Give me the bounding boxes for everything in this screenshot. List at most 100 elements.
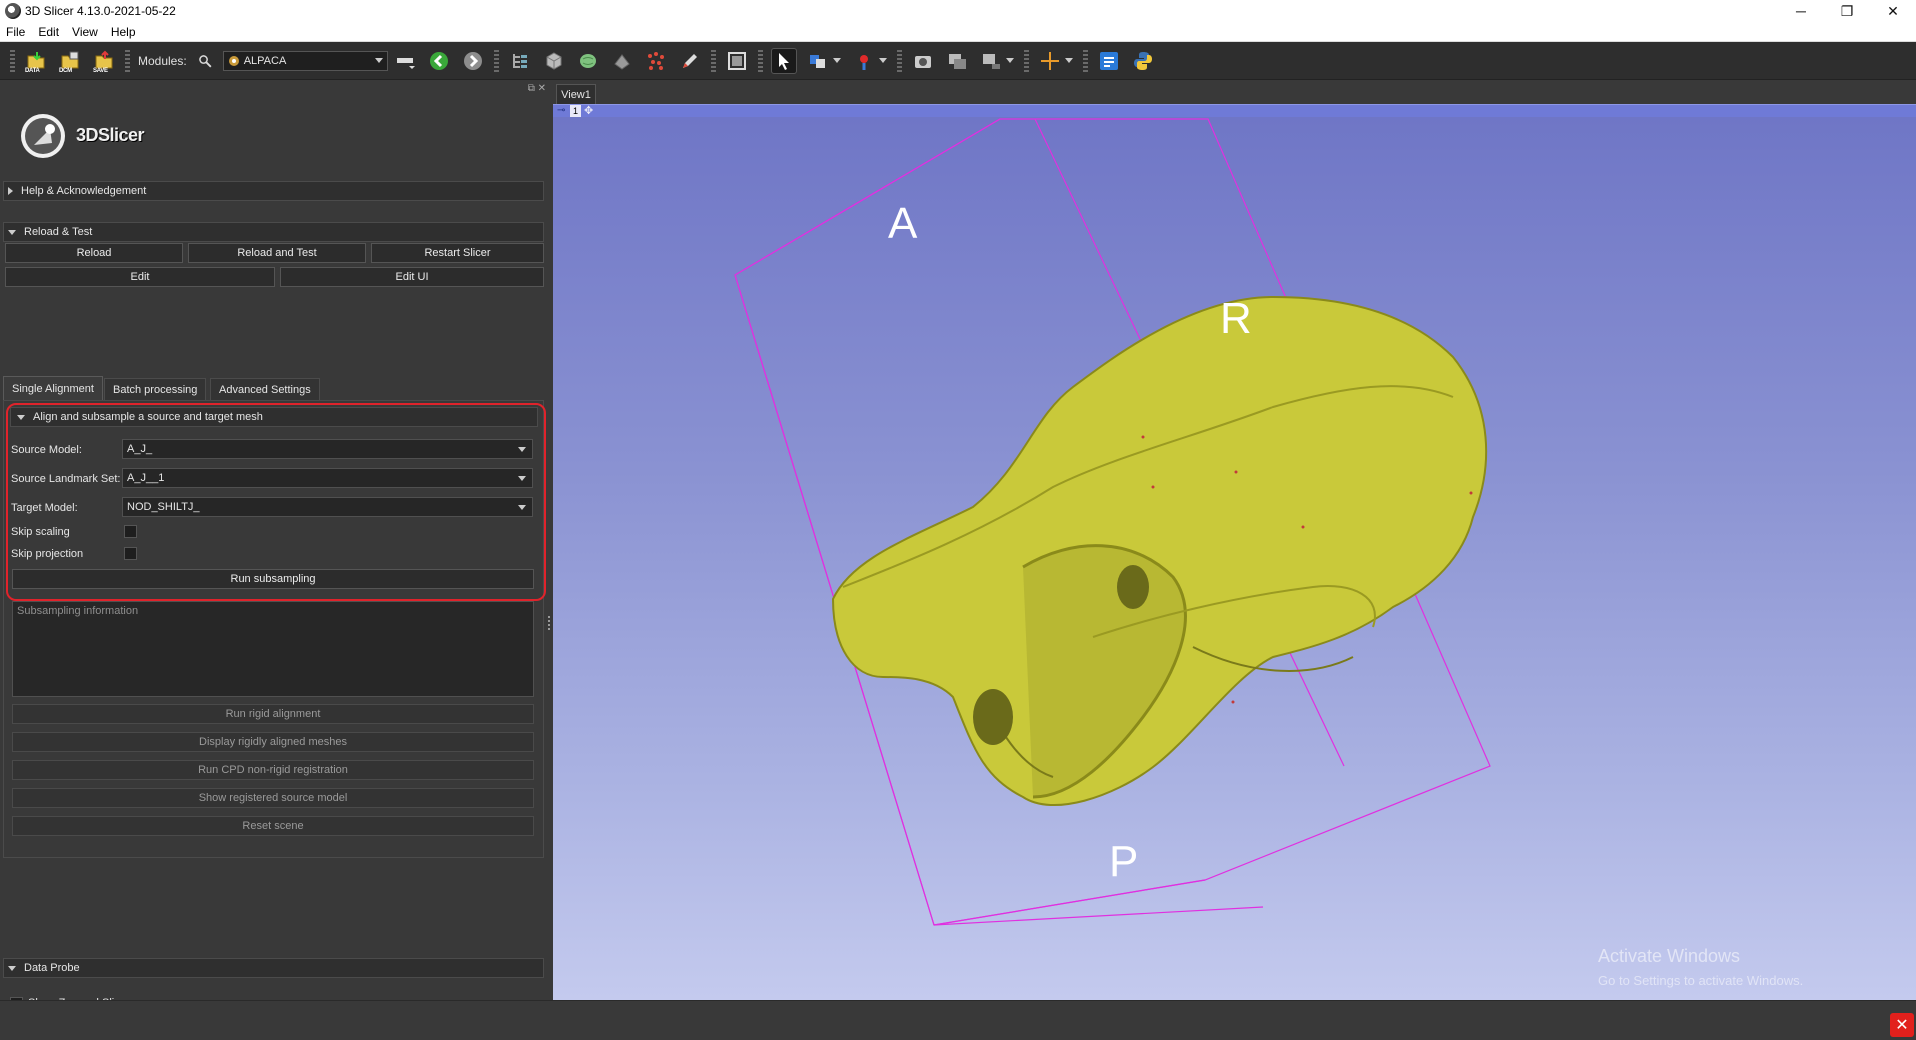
menu-edit[interactable]: Edit [38, 25, 59, 39]
transforms-module-button[interactable] [609, 48, 635, 74]
mouse-mode-button[interactable] [805, 48, 831, 74]
minimize-button[interactable]: ─ [1778, 0, 1824, 22]
toolbar-grip[interactable] [493, 49, 499, 72]
toolbar-grip[interactable] [896, 49, 902, 72]
tab-advanced-settings[interactable]: Advanced Settings [210, 378, 320, 400]
brain-model-icon [579, 53, 596, 68]
scene-restore-button[interactable] [978, 48, 1004, 74]
collapse-arrow-icon [8, 229, 16, 235]
save-button[interactable]: SAVE [91, 48, 117, 74]
toolbar-grip[interactable] [1023, 49, 1029, 72]
reset-scene-button[interactable]: Reset scene [12, 816, 534, 836]
run-cpd-registration-button[interactable]: Run CPD non-rigid registration [12, 760, 534, 780]
scene-view-button[interactable] [944, 48, 970, 74]
menu-view[interactable]: View [72, 25, 98, 39]
edit-button[interactable]: Edit [5, 267, 275, 287]
back-arrow-icon [429, 51, 448, 70]
editor-module-button[interactable] [677, 48, 703, 74]
python-icon [1133, 51, 1152, 70]
toolbar-grip[interactable] [10, 49, 15, 72]
search-icon [198, 54, 212, 67]
show-registered-model-button[interactable]: Show registered source model [12, 788, 534, 808]
module-search-button[interactable] [197, 48, 213, 74]
menu-help[interactable]: Help [111, 25, 136, 39]
toolbar-grip[interactable] [757, 49, 763, 72]
extension-manager-button[interactable] [1096, 48, 1122, 74]
axis-label-anterior: A [888, 199, 918, 248]
layout-button[interactable] [724, 48, 750, 74]
status-bar: ✕ [0, 1000, 1916, 1040]
toolbar-grip[interactable] [125, 49, 130, 72]
reload-button[interactable]: Reload [5, 243, 183, 263]
screenshot-button[interactable] [910, 48, 936, 74]
3d-view[interactable]: A R P Activate Windows Go to Settings to… [553, 117, 1916, 1000]
window-title: 3D Slicer 4.13.0-2021-05-22 [25, 4, 176, 18]
tab-batch-processing[interactable]: Batch processing [104, 378, 207, 400]
markups-module-button[interactable] [643, 48, 669, 74]
chevron-down-icon[interactable] [832, 58, 841, 63]
help-acknowledgement-section[interactable]: Help & Acknowledgement [3, 181, 544, 201]
chevron-down-icon[interactable] [878, 58, 887, 63]
next-module-button[interactable] [460, 48, 486, 74]
tab-single-alignment[interactable]: Single Alignment [3, 376, 103, 400]
main-toolbar: DATA DCM SAVE Modules: ALPACA [0, 42, 1916, 80]
menu-file[interactable]: File [6, 25, 25, 39]
subsampling-info-placeholder: Subsampling information [17, 605, 139, 617]
module-selector-value: ALPACA [243, 54, 287, 67]
skull-model [831, 295, 1488, 806]
data-module-button[interactable] [507, 48, 533, 74]
move-icon[interactable]: ✥ [584, 104, 593, 117]
chevron-down-icon[interactable] [1005, 58, 1014, 63]
restore-button[interactable]: ❐ [1824, 0, 1870, 22]
markup-place-icon [809, 54, 825, 68]
load-dicom-button[interactable]: DCM [57, 48, 83, 74]
panel-splitter-handle[interactable] [548, 616, 550, 632]
edit-ui-button[interactable]: Edit UI [280, 267, 544, 287]
data-probe-section[interactable]: Data Probe [3, 958, 544, 978]
collapse-arrow-icon [8, 965, 16, 971]
module-history-button[interactable] [392, 48, 418, 74]
annotation-highlight-box [6, 403, 546, 601]
tab-view1[interactable]: View1 [556, 84, 596, 104]
toolbar-grip[interactable] [710, 49, 716, 72]
forward-arrow-icon [463, 51, 482, 70]
previous-module-button[interactable] [426, 48, 452, 74]
volumes-module-button[interactable] [541, 48, 567, 74]
pointer-mode-button[interactable] [770, 47, 797, 74]
chevron-down-icon[interactable] [1064, 58, 1073, 63]
crosshair-icon [1040, 51, 1059, 70]
fiducial-icon [859, 54, 868, 70]
close-button[interactable]: ✕ [1870, 0, 1916, 22]
camera-icon [914, 55, 931, 68]
subsampling-info-box[interactable]: Subsampling information [12, 601, 534, 697]
section-title: Reload & Test [24, 226, 93, 238]
axis-label-right: R [1220, 294, 1252, 343]
3d-scene [734, 118, 1491, 926]
reload-test-section[interactable]: Reload & Test [3, 222, 544, 242]
tree-icon [512, 53, 527, 68]
crosshair-button[interactable] [1037, 48, 1063, 74]
module-selector[interactable]: ALPACA [222, 50, 388, 71]
section-title: Data Probe [24, 962, 80, 974]
view-tab-bar: View1 [553, 81, 1916, 104]
scene-icon [948, 53, 966, 69]
toolbar-grip[interactable] [1082, 49, 1088, 72]
display-rigid-meshes-button[interactable]: Display rigidly aligned meshes [12, 732, 534, 752]
error-icon[interactable]: ✕ [1890, 1013, 1914, 1037]
place-fiducial-button[interactable] [851, 48, 877, 74]
panel-float-close-icons[interactable]: ⧉ ✕ [528, 83, 546, 94]
pin-icon[interactable]: ⊸ [557, 105, 565, 116]
python-console-button[interactable] [1130, 48, 1156, 74]
expand-arrow-icon [8, 187, 13, 195]
cube-icon [546, 51, 562, 70]
load-data-button[interactable]: DATA [23, 48, 49, 74]
transform-icon [613, 53, 630, 70]
title-bar: 3D Slicer 4.13.0-2021-05-22 ─ ❐ ✕ [0, 0, 1916, 22]
reload-and-test-button[interactable]: Reload and Test [188, 243, 366, 263]
run-rigid-alignment-button[interactable]: Run rigid alignment [12, 704, 534, 724]
chevron-down-icon [374, 58, 383, 63]
restart-slicer-button[interactable]: Restart Slicer [371, 243, 544, 263]
extension-icon [1099, 51, 1118, 70]
models-module-button[interactable] [575, 48, 601, 74]
pointer-icon [778, 52, 789, 70]
